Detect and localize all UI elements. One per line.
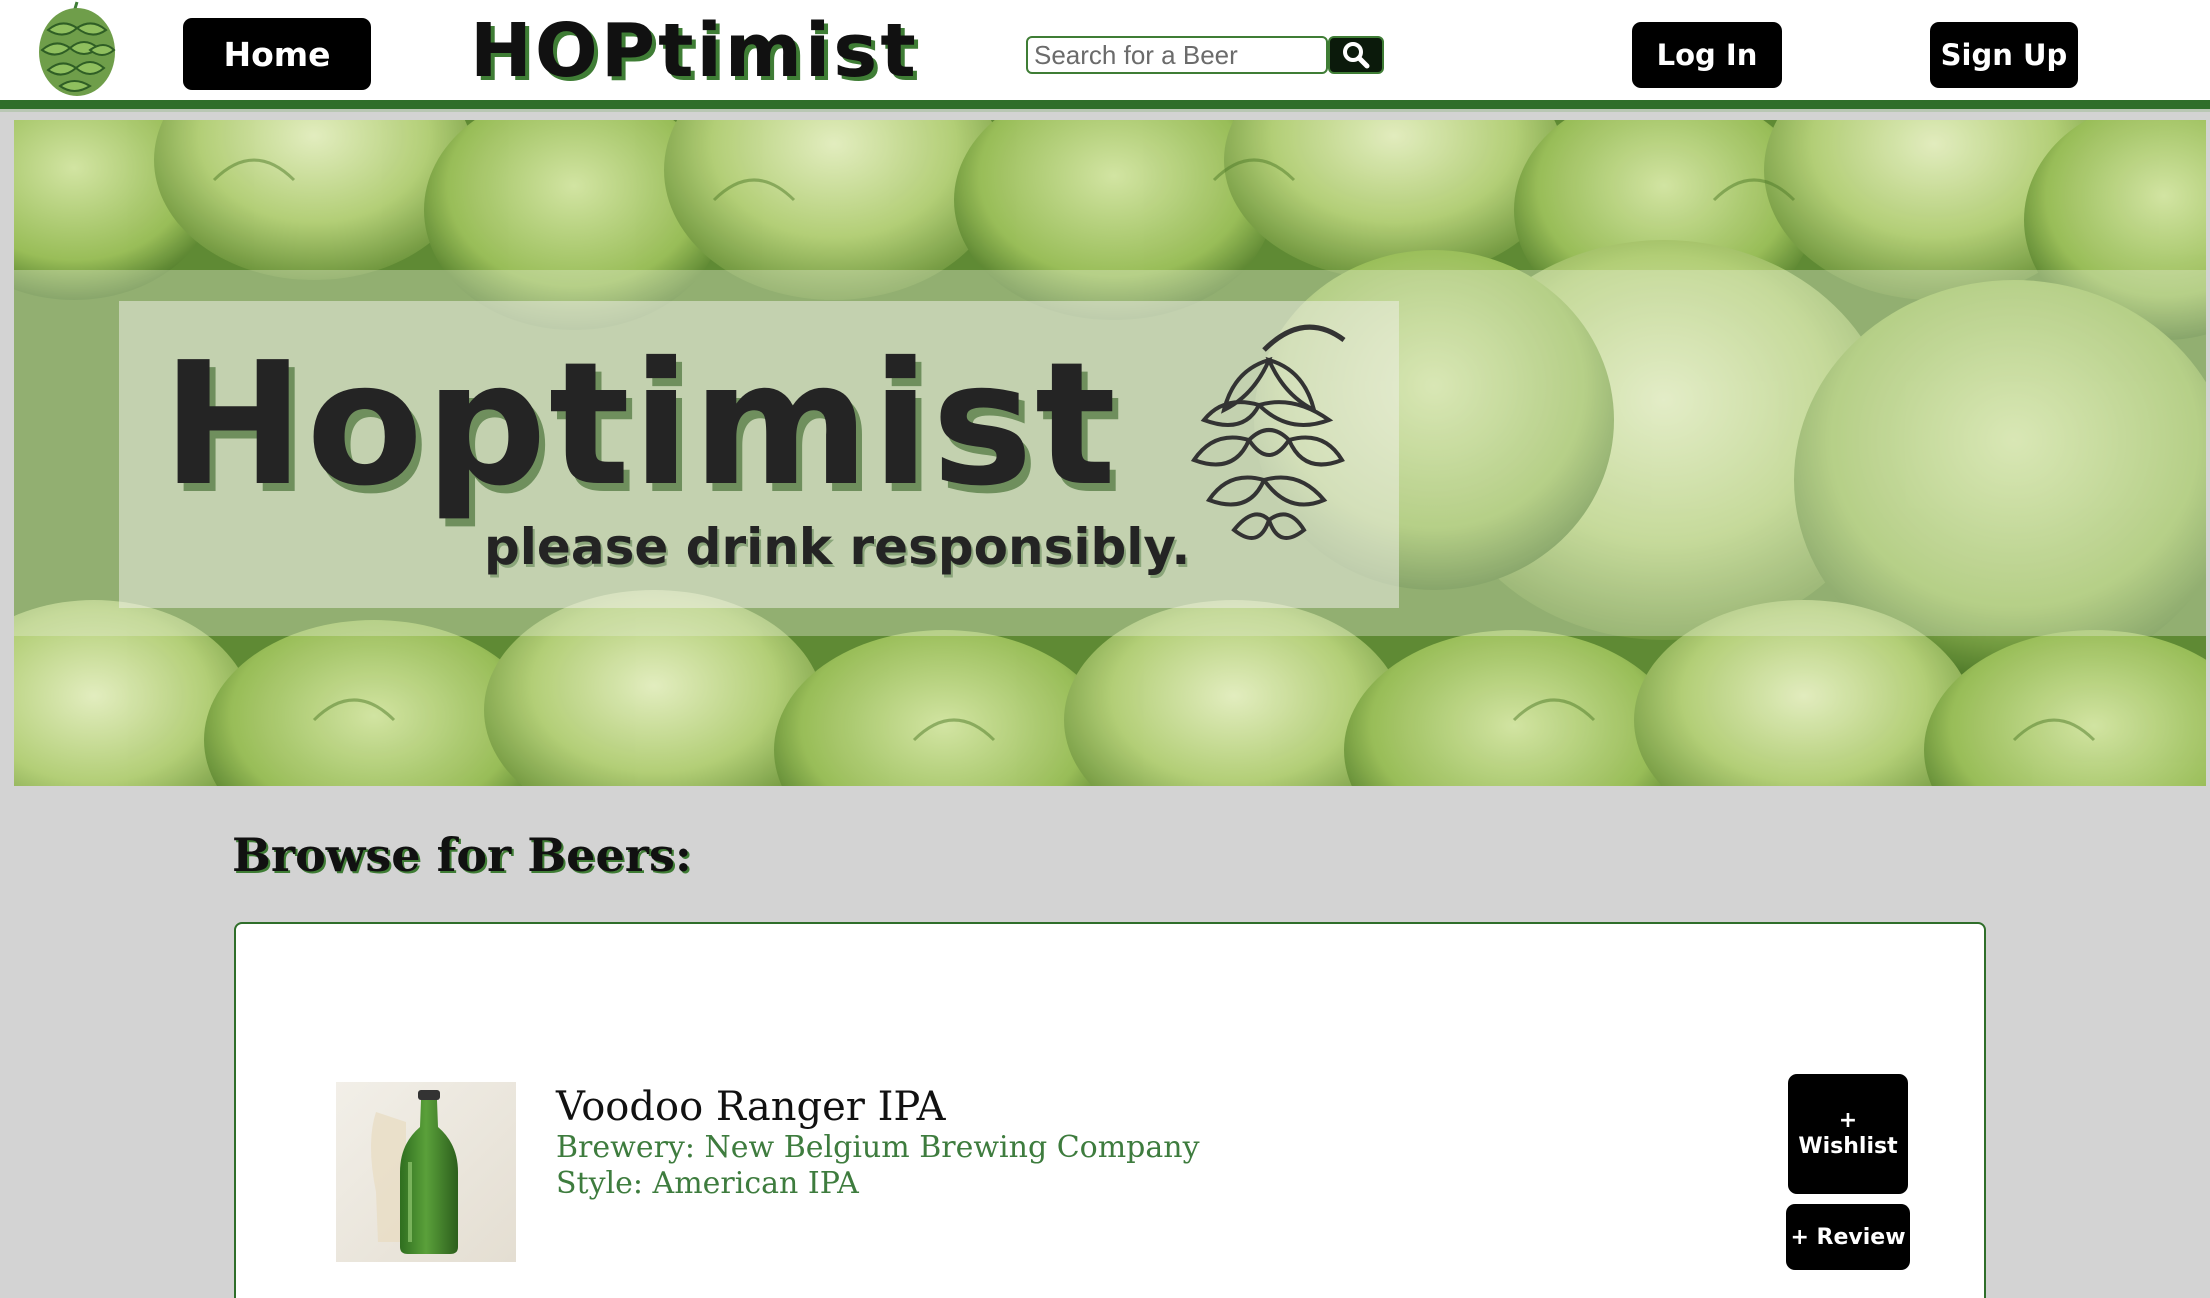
hero-title: Hoptimist [162,326,1119,524]
hop-cone-drawing-icon [1190,324,1346,540]
search-button[interactable] [1328,36,1384,74]
navbar-divider [0,100,2210,109]
navbar-divider-shadow [0,109,2210,112]
wishlist-label: Wishlist [1798,1134,1898,1159]
site-brand[interactable]: HOPtimist [470,6,919,96]
beer-bottle-image [336,1082,516,1262]
navbar: Home HOPtimist Log In Sign Up [0,0,2210,100]
add-to-wishlist-button[interactable]: + Wishlist [1788,1074,1908,1194]
hop-cone-icon[interactable] [34,0,120,100]
signup-button[interactable]: Sign Up [1930,22,2078,88]
beer-brewery: Brewery: New Belgium Brewing Company [556,1130,1200,1165]
search-icon [1343,42,1370,69]
browse-heading: Browse for Beers: [232,828,692,882]
hero-banner: Hoptimist please drink responsibly. [14,120,2206,786]
search-input[interactable] [1026,36,1328,74]
beer-style: Style: American IPA [556,1166,859,1201]
beer-name[interactable]: Voodoo Ranger IPA [556,1082,946,1132]
beer-thumbnail[interactable] [336,1082,516,1262]
login-button[interactable]: Log In [1632,22,1782,88]
home-button[interactable]: Home [183,18,371,90]
wishlist-plus: + [1838,1108,1858,1133]
add-review-button[interactable]: + Review [1786,1204,1910,1270]
hero-tagline: please drink responsibly. [484,518,1191,576]
